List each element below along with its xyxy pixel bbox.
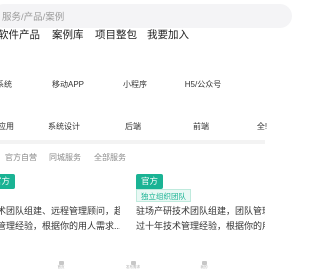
bottom-nav: 首页 发布需求 我的 — [0, 259, 265, 273]
category-item[interactable]: H5/公众号 — [185, 79, 221, 90]
filter-tab-all[interactable]: 全部服务 — [94, 152, 126, 163]
nav-label: 我的 — [200, 265, 208, 269]
category-item[interactable]: 应用 — [0, 121, 14, 132]
filter-tab-official[interactable]: 官方自营 — [5, 152, 37, 163]
category-item[interactable]: 全! — [257, 121, 267, 132]
card-desc-line: 过十年技术管理经验，根据你的用 — [136, 221, 265, 231]
card-desc-line: 技术团队组建、远程管理顾问，超 — [0, 206, 120, 216]
tab-case-library[interactable]: 案例库 — [52, 27, 84, 42]
card-description: 驻场产研技术团队组建，团队管理 过十年技术管理经验，根据你的用 — [136, 204, 265, 234]
team-badge: 独立组织团队 — [136, 189, 191, 202]
category-item[interactable]: 移动APP — [52, 79, 84, 90]
category-row: 系统 移动APP 小程序 H5/公众号 — [0, 79, 265, 93]
official-badge: 官方 — [136, 174, 164, 189]
nav-label: 发布需求 — [126, 265, 140, 269]
section-divider — [0, 140, 265, 144]
card-desc-line: 大管理经验，根据你的用人需求... — [0, 221, 120, 231]
tab-software-products[interactable]: 软件产品 — [0, 27, 40, 42]
nav-label: 首页 — [57, 265, 65, 269]
nav-mine[interactable]: 我的 — [189, 261, 219, 270]
nav-publish[interactable]: 发布需求 — [118, 261, 148, 270]
filter-tab-local[interactable]: 同城服务 — [49, 152, 81, 163]
nav-home[interactable]: 首页 — [46, 261, 76, 270]
official-badge: 官方 — [0, 174, 16, 189]
service-card[interactable]: 官方 技术团队组建、远程管理顾问，超 大管理经验，根据你的用人需求... — [0, 170, 120, 262]
search-placeholder: 服务/产品/案例 — [2, 12, 65, 23]
card-description: 技术团队组建、远程管理顾问，超 大管理经验，根据你的用人需求... — [0, 204, 120, 234]
search-bar[interactable]: 服务/产品/案例 — [0, 4, 292, 28]
category-item[interactable]: 系统设计 — [48, 121, 80, 132]
category-row: 应用 系统设计 后端 前端 全! — [0, 121, 267, 135]
category-item[interactable]: 后端 — [125, 121, 141, 132]
tab-project-package[interactable]: 项目整包 — [95, 27, 137, 42]
tab-join-us[interactable]: 我要加入 — [147, 27, 189, 42]
category-item[interactable]: 小程序 — [123, 79, 147, 90]
category-item[interactable]: 前端 — [193, 121, 209, 132]
service-card[interactable]: 官方 独立组织团队 驻场产研技术团队组建，团队管理 过十年技术管理经验，根据你的… — [136, 170, 265, 262]
category-item[interactable]: 系统 — [0, 79, 12, 90]
card-desc-line: 驻场产研技术团队组建，团队管理 — [136, 206, 265, 216]
